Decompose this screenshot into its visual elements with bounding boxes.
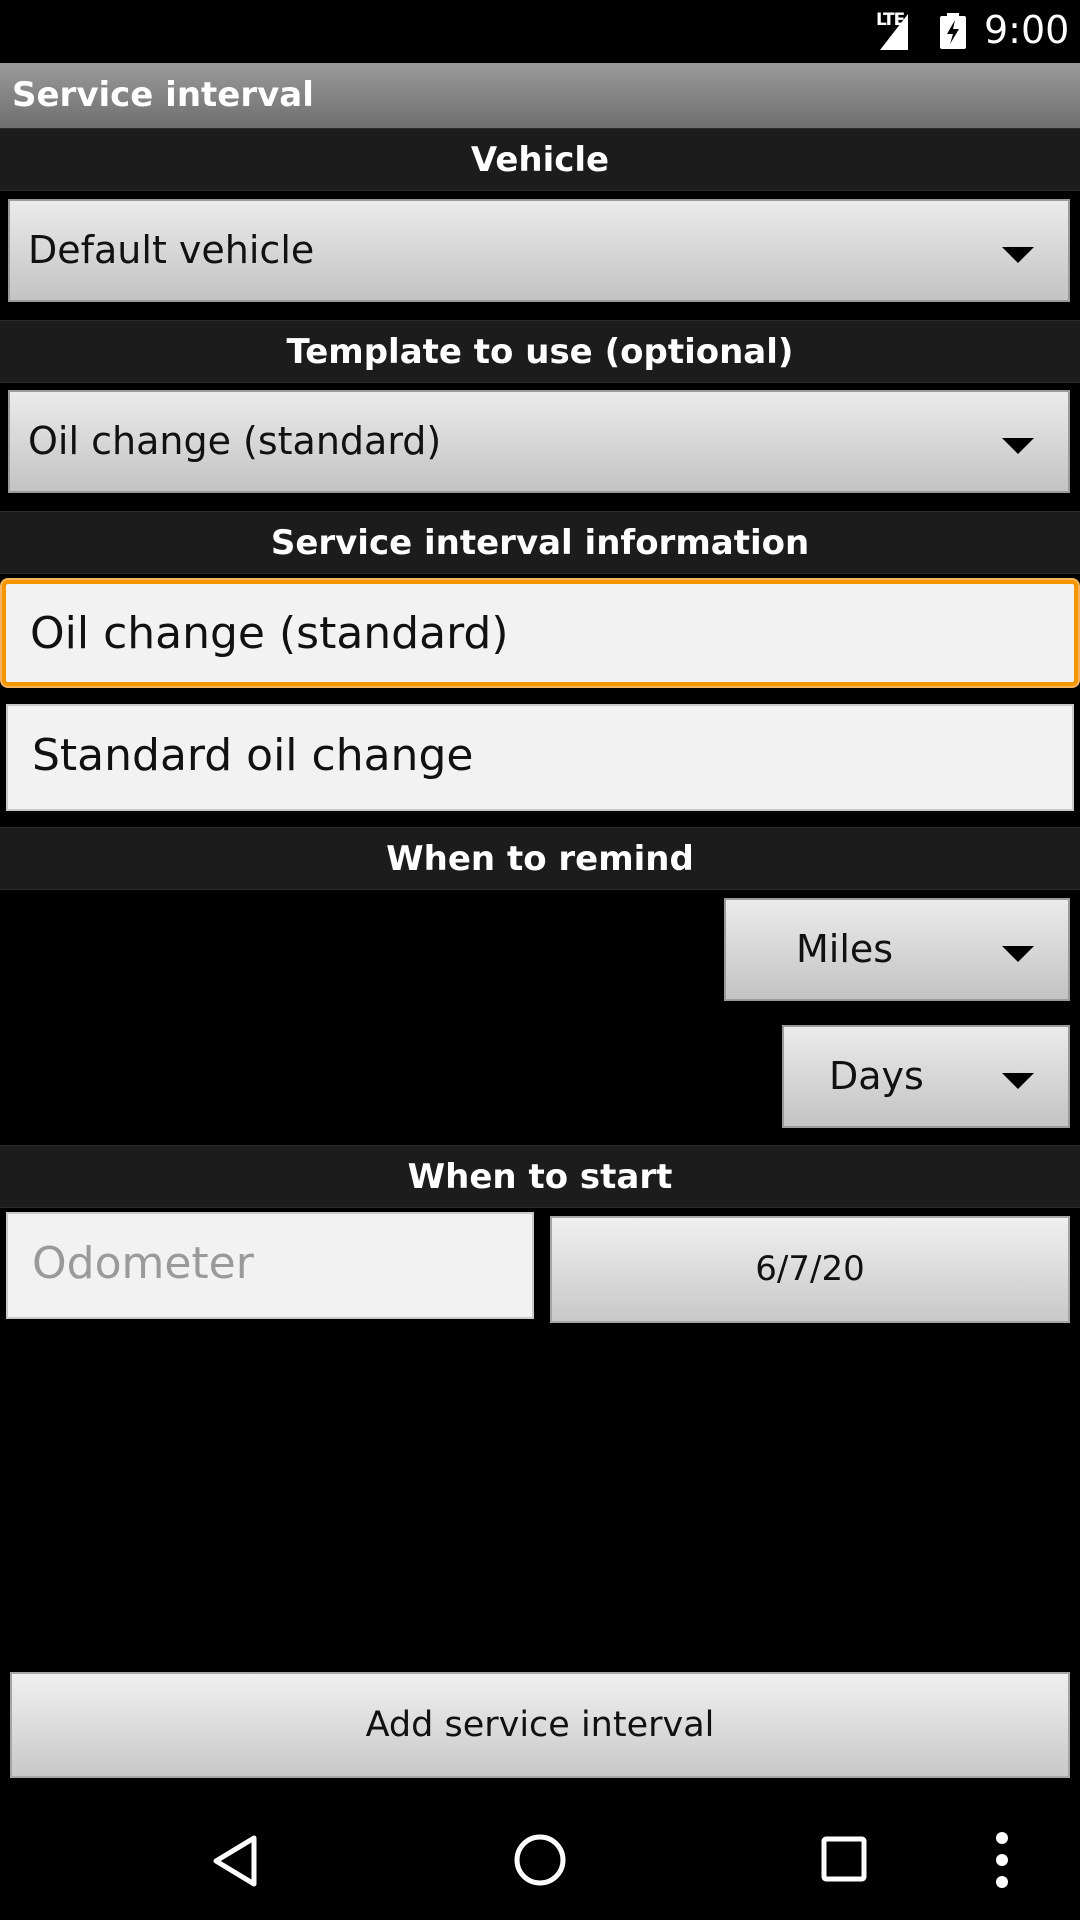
dropdown-arrow-icon — [1002, 946, 1034, 962]
section-header-remind: When to remind — [0, 827, 1080, 890]
odometer-placeholder: Odometer — [32, 1238, 254, 1289]
page-title: Service interval — [12, 75, 314, 115]
dropdown-arrow-icon — [1002, 1073, 1034, 1089]
time-unit-value: Days — [829, 1054, 924, 1098]
interval-name-field[interactable]: Oil change (standard) — [2, 580, 1078, 686]
template-spinner-value: Oil change (standard) — [28, 419, 442, 463]
recents-square-icon[interactable] — [820, 1835, 868, 1883]
start-date-value: 6/7/20 — [755, 1249, 865, 1289]
start-date-button[interactable]: 6/7/20 — [550, 1216, 1070, 1323]
battery-charging-icon — [940, 13, 966, 49]
distance-unit-value: Miles — [796, 927, 894, 971]
odometer-input[interactable]: Odometer — [6, 1212, 534, 1319]
vehicle-spinner-value: Default vehicle — [28, 228, 315, 272]
distance-unit-spinner[interactable]: Miles — [724, 898, 1070, 1001]
dropdown-arrow-icon — [1002, 438, 1034, 454]
time-unit-spinner[interactable]: Days — [782, 1025, 1070, 1128]
dropdown-arrow-icon — [1002, 247, 1034, 263]
interval-description-field[interactable]: Standard oil change — [6, 704, 1074, 811]
section-header-template: Template to use (optional) — [0, 320, 1080, 383]
add-service-interval-label: Add service interval — [365, 1705, 715, 1745]
home-circle-icon[interactable] — [512, 1832, 568, 1888]
template-spinner[interactable]: Oil change (standard) — [8, 390, 1070, 493]
interval-description-value: Standard oil change — [32, 730, 474, 781]
navigation-bar — [0, 1800, 1080, 1920]
status-clock: 9:00 — [984, 8, 1070, 52]
vehicle-spinner[interactable]: Default vehicle — [8, 199, 1070, 302]
status-bar — [0, 0, 1080, 63]
add-service-interval-button[interactable]: Add service interval — [10, 1672, 1070, 1778]
section-header-vehicle: Vehicle — [0, 128, 1080, 191]
signal-strength-icon — [880, 14, 908, 50]
overflow-menu-icon[interactable] — [990, 1830, 1014, 1890]
back-triangle-icon[interactable] — [210, 1834, 260, 1888]
section-header-start: When to start — [0, 1145, 1080, 1208]
interval-name-value: Oil change (standard) — [30, 608, 509, 659]
section-header-info: Service interval information — [0, 511, 1080, 574]
